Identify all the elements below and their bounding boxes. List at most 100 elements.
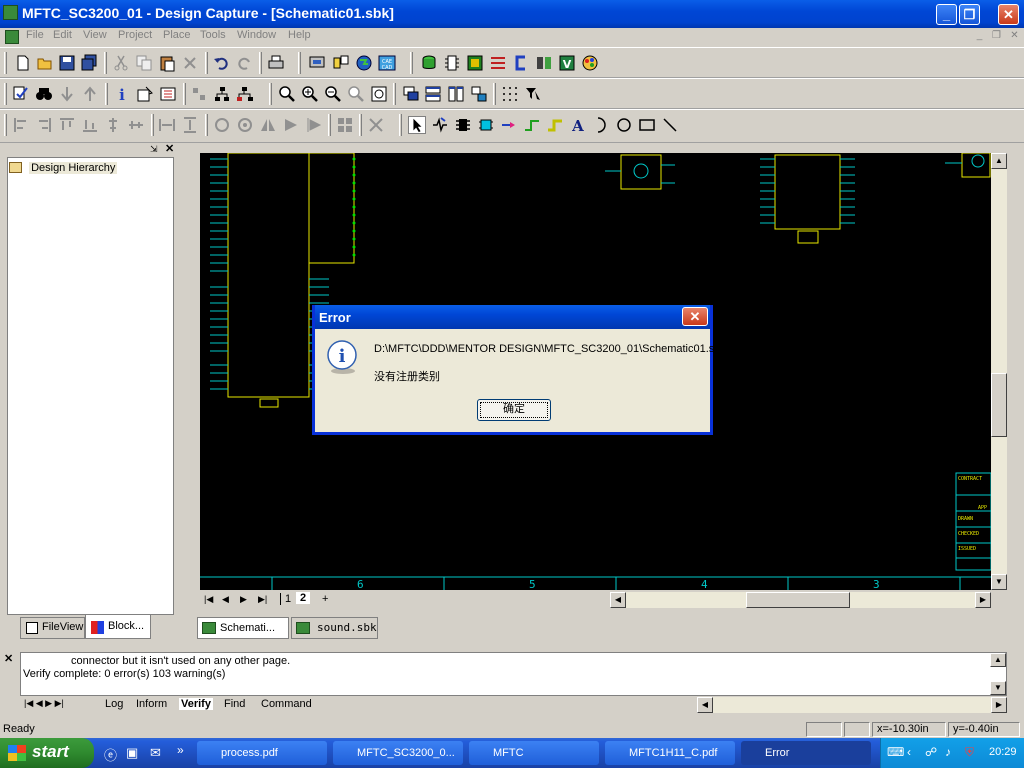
binoculars-icon[interactable] — [35, 85, 53, 103]
sheet-tab-add[interactable]: + — [318, 593, 332, 605]
security-shield-icon[interactable]: ⛨ — [965, 745, 974, 760]
output-scroll-down-button[interactable]: ▼ — [990, 681, 1006, 695]
vertical-scroll-thumb[interactable] — [991, 373, 1007, 437]
output-tab-log[interactable]: Log — [105, 698, 123, 710]
database-icon[interactable] — [420, 54, 438, 72]
scroll-up-button[interactable]: ▲ — [991, 153, 1007, 169]
fit-page-icon[interactable] — [370, 85, 388, 103]
port-icon[interactable] — [500, 116, 518, 134]
no-connect-icon[interactable] — [367, 116, 385, 134]
menu-help[interactable]: Help — [288, 29, 311, 41]
output-scroll-left-button[interactable]: ◀ — [697, 697, 713, 713]
arc-icon[interactable] — [592, 116, 610, 134]
keyboard-icon[interactable]: ⌨ — [887, 745, 904, 759]
align-top-icon[interactable] — [58, 116, 76, 134]
menu-project[interactable]: Project — [118, 29, 152, 41]
menu-view[interactable]: View — [83, 29, 107, 41]
task-process-pdf[interactable]: process.pdf — [197, 741, 327, 765]
horizontal-scrollbar[interactable]: ◀ ▶ — [610, 592, 991, 608]
messenger-icon[interactable]: ✉ — [150, 745, 161, 761]
cae-cad-icon[interactable]: CAECAD — [378, 54, 396, 72]
panel-dock-icon[interactable]: ⇲ — [150, 144, 158, 155]
zoom-icon[interactable] — [278, 85, 296, 103]
sheet-tab-2[interactable]: 2 — [296, 592, 311, 604]
start-button[interactable]: start — [0, 738, 94, 768]
task-mftc-folder[interactable]: MFTC — [469, 741, 599, 765]
scroll-down-button[interactable]: ▼ — [991, 574, 1007, 590]
output-window[interactable]: connector but it isn't used on any other… — [20, 652, 1007, 696]
symbol-icon[interactable] — [466, 54, 484, 72]
component-icon[interactable] — [489, 54, 507, 72]
dialog-title-bar[interactable]: Error ✕ — [315, 305, 710, 329]
output-close-icon[interactable]: ✕ — [4, 652, 13, 665]
new-file-icon[interactable] — [14, 54, 32, 72]
output-tab-command[interactable]: Command — [261, 698, 312, 710]
push-down-icon[interactable] — [58, 85, 76, 103]
cascade-icon[interactable] — [402, 85, 420, 103]
info-icon[interactable]: i — [113, 85, 131, 103]
delete-icon[interactable] — [181, 54, 199, 72]
document-icon[interactable] — [5, 30, 19, 44]
print-icon[interactable] — [267, 54, 285, 72]
select-filter-icon[interactable] — [524, 85, 542, 103]
copy-icon[interactable] — [135, 54, 153, 72]
mdi-minimize-button[interactable]: _ — [973, 30, 986, 42]
hierarchy-icon[interactable] — [213, 85, 231, 103]
desktop-icon[interactable]: ▣ — [126, 745, 138, 761]
flip-horizontal-icon[interactable] — [259, 116, 277, 134]
volume-icon[interactable]: ♪ — [945, 745, 951, 759]
tree-icon[interactable] — [236, 85, 254, 103]
redo-icon[interactable] — [236, 54, 254, 72]
save-icon[interactable] — [58, 54, 76, 72]
chip-icon[interactable] — [454, 116, 472, 134]
menu-window[interactable]: Window — [237, 29, 276, 41]
align-center-icon[interactable] — [104, 116, 122, 134]
net-icon[interactable] — [523, 116, 541, 134]
first-sheet-icon[interactable]: |◀ — [204, 594, 213, 605]
task-mftc1h11-pdf[interactable]: MFTC1H11_C.pdf — [605, 741, 735, 765]
task-design-capture[interactable]: MFTC_SC3200_0... — [333, 741, 463, 765]
select-arrow-icon[interactable] — [408, 116, 426, 134]
output-scroll-right-button[interactable]: ▶ — [991, 697, 1007, 713]
app-icon[interactable] — [3, 5, 18, 20]
web-icon[interactable] — [355, 54, 373, 72]
window-title-bar[interactable]: MFTC_SC3200_01 - Design Capture - [Schem… — [0, 0, 1024, 28]
open-folder-icon[interactable] — [36, 54, 54, 72]
tree-root-design-hierarchy[interactable]: Design Hierarchy — [9, 162, 118, 174]
mirror-icon[interactable] — [305, 116, 323, 134]
attributes-icon[interactable] — [159, 85, 177, 103]
minimize-button[interactable]: _ — [936, 4, 957, 25]
task-error[interactable]: Error — [741, 741, 871, 765]
bus-wire-icon[interactable] — [546, 116, 564, 134]
output-tab-find[interactable]: Find — [224, 698, 245, 710]
output-scroll-up-button[interactable]: ▲ — [990, 653, 1006, 667]
properties-icon[interactable] — [136, 85, 154, 103]
tile-horizontal-icon[interactable] — [424, 85, 442, 103]
vertical-scrollbar[interactable]: ▲ ▼ — [991, 153, 1007, 590]
circle-icon[interactable] — [615, 116, 633, 134]
output-horizontal-scrollbar[interactable]: ◀ ▶ — [697, 697, 1007, 713]
panel-close-icon[interactable]: ✕ — [165, 142, 174, 155]
part-editor-icon[interactable] — [443, 54, 461, 72]
space-vertical-icon[interactable] — [181, 116, 199, 134]
close-button[interactable]: ✕ — [998, 4, 1019, 25]
network-icon[interactable]: ☍ — [925, 745, 937, 759]
tile-vertical-icon[interactable] — [447, 85, 465, 103]
rectangle-icon[interactable] — [638, 116, 656, 134]
prev-sheet-icon[interactable]: ◀ — [222, 594, 229, 605]
space-horizontal-icon[interactable] — [158, 116, 176, 134]
scroll-left-button[interactable]: ◀ — [610, 592, 626, 608]
menu-edit[interactable]: Edit — [53, 29, 72, 41]
rotate-icon[interactable] — [213, 116, 231, 134]
undo-icon[interactable] — [212, 54, 230, 72]
align-middle-icon[interactable] — [127, 116, 145, 134]
book-icon[interactable] — [535, 54, 553, 72]
ok-button[interactable]: 确定 — [477, 399, 551, 421]
menu-file[interactable]: File — [26, 29, 44, 41]
quicklaunch-more-icon[interactable]: » — [177, 743, 184, 757]
grid-icon[interactable] — [501, 85, 519, 103]
save-all-icon[interactable] — [80, 54, 98, 72]
scroll-right-button[interactable]: ▶ — [975, 592, 991, 608]
align-right-icon[interactable] — [35, 116, 53, 134]
doc-tab-sound[interactable]: sound.sbk — [291, 617, 378, 639]
